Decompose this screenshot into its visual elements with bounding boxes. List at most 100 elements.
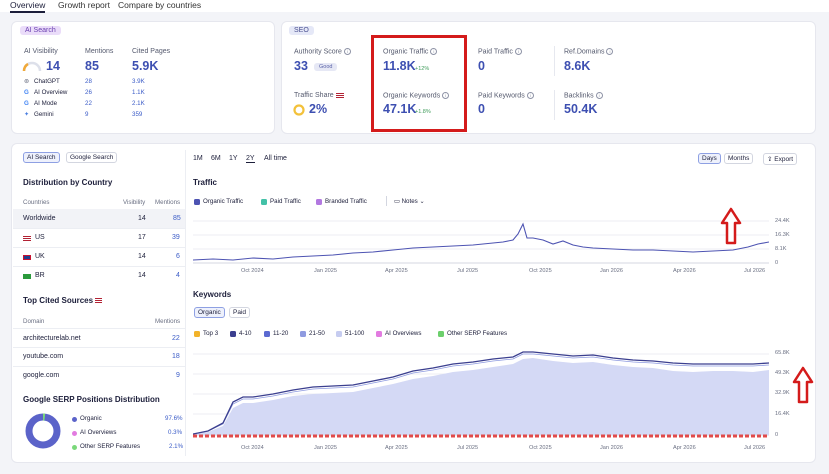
keywords-paid-toggle[interactable]: Paid xyxy=(229,307,251,318)
platform-cited[interactable]: 1.1K xyxy=(132,89,145,96)
y-tick: 16.4K xyxy=(775,411,790,417)
toggle-ai-search[interactable]: AI Search xyxy=(23,152,60,163)
tab-growth-report[interactable]: Growth report xyxy=(58,0,110,10)
seo-badge: SEO xyxy=(289,26,314,35)
y-tick: 8.1K xyxy=(775,246,787,252)
legend-label: Paid Traffic xyxy=(270,198,301,205)
chatgpt-icon: ⊛ xyxy=(24,78,30,85)
cited-mentions[interactable]: 9 xyxy=(176,372,180,379)
legend-label: 4-10 xyxy=(239,330,252,337)
country-mentions[interactable]: 39 xyxy=(172,234,180,241)
organic-dot-icon xyxy=(72,417,77,422)
country-us[interactable]: US xyxy=(35,234,45,241)
country-visibility: 14 xyxy=(138,272,146,279)
cited-mentions[interactable]: 22 xyxy=(172,335,180,342)
y-tick: 65.8K xyxy=(775,350,790,356)
country-visibility: 17 xyxy=(138,234,146,241)
x-tick: Apr 2025 xyxy=(385,445,408,451)
cited-domain[interactable]: architecturelab.net xyxy=(23,335,81,342)
y-tick: 49.3K xyxy=(775,370,790,376)
x-tick: Jul 2026 xyxy=(744,268,766,274)
legend-label: AI Overviews xyxy=(385,330,422,337)
branded-traffic-checkbox[interactable] xyxy=(316,199,322,205)
top3-checkbox[interactable] xyxy=(194,331,200,337)
period-1y[interactable]: 1Y xyxy=(229,155,238,162)
period-1m[interactable]: 1M xyxy=(193,155,203,162)
cited-domain[interactable]: youtube.com xyxy=(23,353,63,360)
ai-search-card: AI Search AI Visibility 14 Mentions 85 C… xyxy=(11,21,275,134)
ref-domains-value[interactable]: 8.6K xyxy=(564,59,590,73)
us-flag-icon xyxy=(95,298,103,304)
traffic-share-label: Traffic Share xyxy=(294,92,347,99)
serp-legend-value: 2.1% xyxy=(169,443,184,450)
chevron-down-icon: ⌄ xyxy=(419,198,425,205)
x-tick: Jan 2026 xyxy=(600,268,624,274)
country-uk[interactable]: UK xyxy=(35,253,45,260)
keywords-organic-toggle[interactable]: Organic xyxy=(194,307,225,318)
cited-domain[interactable]: google.com xyxy=(23,372,59,379)
x-tick: Apr 2026 xyxy=(673,268,696,274)
platform-cited[interactable]: 359 xyxy=(132,111,142,118)
gemini-icon: ✦ xyxy=(24,111,30,118)
y-tick: 0 xyxy=(775,432,779,438)
11-20-checkbox[interactable] xyxy=(264,331,270,337)
serp-donut-chart xyxy=(25,413,61,449)
traffic-chart xyxy=(193,220,769,264)
export-button[interactable]: ⇪ Export xyxy=(763,153,798,165)
x-tick: Jan 2025 xyxy=(314,445,338,451)
x-tick: Oct 2025 xyxy=(529,268,552,274)
notes-icon: ▭ xyxy=(394,198,400,205)
country-br[interactable]: BR xyxy=(35,272,45,279)
backlinks-value[interactable]: 50.4K xyxy=(564,102,597,116)
platform-name: ChatGPT xyxy=(34,78,60,85)
51-100-checkbox[interactable] xyxy=(336,331,342,337)
tab-compare-by-countries[interactable]: Compare by countries xyxy=(118,0,201,10)
x-tick: Oct 2025 xyxy=(529,445,552,451)
21-50-checkbox[interactable] xyxy=(300,331,306,337)
cited-pages-value[interactable]: 5.9K xyxy=(132,59,158,73)
info-icon: i xyxy=(606,48,614,55)
4-10-checkbox[interactable] xyxy=(230,331,236,337)
country-mentions[interactable]: 4 xyxy=(176,272,180,279)
platform-visibility: 9 xyxy=(85,111,89,118)
report-tabs: Overview Growth report Compare by countr… xyxy=(0,0,829,13)
paid-traffic-checkbox[interactable] xyxy=(261,199,267,205)
visibility-gauge-icon xyxy=(22,61,42,72)
export-icon: ⇪ xyxy=(767,156,773,163)
notes-dropdown[interactable]: ▭ Notes ⌄ xyxy=(394,198,425,205)
legend-label: Other SERP Features xyxy=(447,330,508,337)
view-months-button[interactable]: Months xyxy=(724,153,754,164)
col-header-mentions: Mentions xyxy=(155,318,181,325)
period-2y[interactable]: 2Y xyxy=(246,155,255,163)
authority-score-value[interactable]: 33 xyxy=(294,59,308,73)
country-worldwide[interactable]: Worldwide xyxy=(23,215,56,222)
country-mentions[interactable]: 85 xyxy=(173,215,181,222)
keywords-title: Keywords xyxy=(193,290,232,299)
ai-overviews-checkbox[interactable] xyxy=(376,331,382,337)
ai-visibility-value: 14 xyxy=(46,59,60,73)
paid-traffic-value[interactable]: 0 xyxy=(478,59,485,73)
x-tick: Apr 2025 xyxy=(385,268,408,274)
red-up-arrow-icon xyxy=(720,207,742,245)
organic-traffic-checkbox[interactable] xyxy=(194,199,200,205)
country-mentions[interactable]: 6 xyxy=(176,253,180,260)
period-6m[interactable]: 6M xyxy=(211,155,221,162)
highlight-box xyxy=(371,35,467,132)
cited-mentions[interactable]: 18 xyxy=(172,353,180,360)
x-tick: Jul 2025 xyxy=(457,268,479,274)
period-all-time[interactable]: All time xyxy=(264,155,287,162)
paid-keywords-value[interactable]: 0 xyxy=(478,102,485,116)
x-tick: Jan 2025 xyxy=(314,268,338,274)
platform-cited[interactable]: 3.9K xyxy=(132,78,145,85)
panel-divider xyxy=(185,150,186,456)
traffic-share-donut-icon xyxy=(293,104,305,116)
info-icon: i xyxy=(526,92,534,99)
platform-cited[interactable]: 2.1K xyxy=(132,100,145,107)
mentions-value[interactable]: 85 xyxy=(85,59,99,73)
serp-legend-label: Other SERP Features xyxy=(80,443,141,450)
tab-overview[interactable]: Overview xyxy=(10,0,46,13)
view-days-button[interactable]: Days xyxy=(698,153,721,164)
other-serp-features-checkbox[interactable] xyxy=(438,331,444,337)
toggle-google-search[interactable]: Google Search xyxy=(66,152,118,163)
col-header-domain: Domain xyxy=(23,318,45,325)
